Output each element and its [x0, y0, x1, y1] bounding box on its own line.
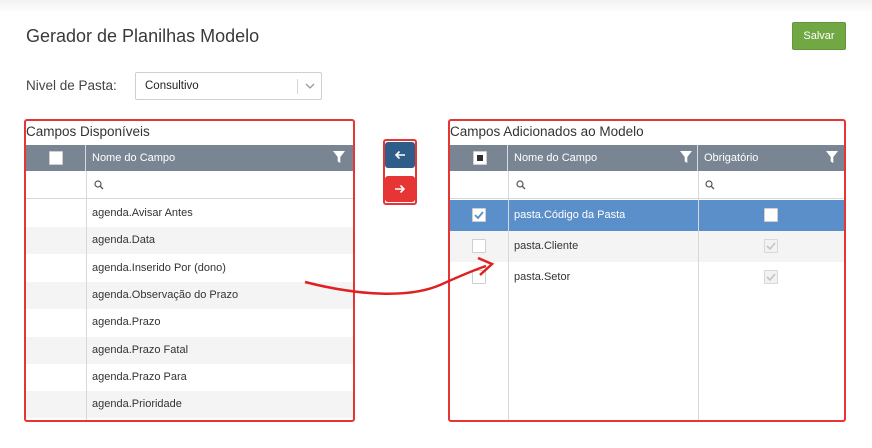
annotation-arrow [304, 256, 495, 295]
